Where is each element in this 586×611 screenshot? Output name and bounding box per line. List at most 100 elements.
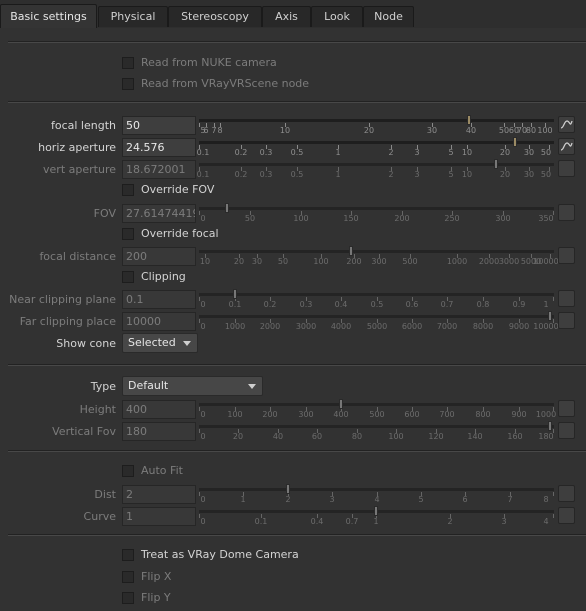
slider-tick-label: 2 [388,148,394,157]
slider-tick-label: 2 [388,170,394,179]
auto-fit-checkbox[interactable] [122,465,134,477]
slider-tick-label: 0.2 [234,148,248,157]
flip-x-label: Flip X [141,570,172,583]
slider-thumb[interactable] [467,115,471,125]
fov-field[interactable]: 27.61474419 [122,204,196,223]
vert-aperture-field[interactable]: 18.672001 [122,160,196,179]
fov-slider[interactable]: 0 50 100 150 200 250 300 350 [199,203,554,226]
tab-axis[interactable]: Axis [262,6,311,27]
flip-y-checkbox[interactable] [122,592,134,604]
slider-tick-label: 0.7 [345,517,359,526]
horiz-aperture-anim-button[interactable] [558,138,575,155]
fov-anim-button[interactable] [558,204,575,221]
flip-x-checkbox[interactable] [122,571,134,583]
slider-tick-label: 200 [394,214,410,223]
type-dropdown[interactable]: Default [122,376,263,396]
focal-length-field[interactable]: 50 [122,116,196,135]
slider-tick-label: 1 [543,300,549,309]
slider-thumb[interactable] [548,421,552,431]
dist-slider[interactable]: 0 1 2 3 4 5 6 7 8 [199,484,554,507]
near-clip-slider[interactable]: 0 0.1 0.2 0.3 0.4 0.5 0.6 0.7 0.8 0.9 1 [199,289,554,312]
vert-aperture-anim-button[interactable] [558,160,575,177]
dist-field[interactable]: 2 [122,485,196,504]
slider-thumb[interactable] [225,203,229,213]
far-clip-field[interactable]: 10000 [122,312,196,331]
horiz-aperture-field[interactable]: 24.576 [122,138,196,157]
slider-tick-label: 180 [538,432,554,441]
focal-distance-anim-button[interactable] [558,247,575,264]
show-cone-value: Selected [128,336,176,349]
divider [8,364,586,366]
near-clip-field[interactable]: 0.1 [122,290,196,309]
dome-camera-checkbox[interactable] [122,549,134,561]
slider-thumb[interactable] [233,289,237,299]
tab-look[interactable]: Look [311,6,363,27]
slider-tick-label: 5 [448,148,454,157]
tab-stereoscopy[interactable]: Stereoscopy [168,6,262,27]
slider-thumb[interactable] [286,484,290,494]
slider-tick-label: 2 [447,517,453,526]
type-label: Type [90,380,116,393]
slider-tick-label: 0.2 [263,300,277,309]
slider-thumb[interactable] [548,311,552,321]
clipping-checkbox[interactable] [122,271,134,283]
curve-field[interactable]: 1 [122,507,196,526]
slider-tick-label: 0.5 [370,300,384,309]
horiz-aperture-slider[interactable]: 0.1 0.2 0.3 0.5 1 2 3 5 10 20 30 50 [197,137,554,160]
slider-tick-label: 30 [251,257,263,266]
slider-thumb[interactable] [339,399,343,409]
read-nuke-checkbox[interactable] [122,57,134,69]
slider-tick-label: 6 [203,126,209,135]
slider-thumb[interactable] [494,159,498,169]
vertical-fov-anim-button[interactable] [558,422,575,439]
slider-tick-label: 20 [363,126,375,135]
slider-tick-label: 0.4 [310,517,324,526]
slider-tick-label: 0.6 [405,300,419,309]
height-slider[interactable]: 0 100 200 300 400 500 600 700 800 900 1000 [199,399,556,422]
slider-tick-label: 10 [461,148,473,157]
curve-anim-button[interactable] [558,507,575,524]
height-anim-button[interactable] [558,400,575,417]
slider-tick-label: 500 [369,410,385,419]
slider-thumb[interactable] [349,246,353,256]
far-clip-anim-button[interactable] [558,312,575,329]
slider-tick-label: 0.2 [234,170,248,179]
dome-camera-label: Treat as VRay Dome Camera [141,548,299,561]
vertical-fov-slider[interactable]: 0 20 40 60 80 100 120 140 160 180 [199,421,554,444]
vert-aperture-slider[interactable]: 0.1 0.2 0.3 0.5 1 2 3 5 10 20 30 50 [197,159,554,182]
read-vrscene-checkbox[interactable] [122,78,134,90]
slider-thumb[interactable] [374,506,378,516]
tab-node[interactable]: Node [363,6,414,27]
vertical-fov-field[interactable]: 180 [122,422,196,441]
slider-track [199,293,554,296]
height-field[interactable]: 400 [122,400,196,419]
slider-tick-label: 3 [414,170,420,179]
slider-tick-label: 6000 [401,322,423,331]
override-focal-checkbox[interactable] [122,228,134,240]
near-clip-anim-button[interactable] [558,290,575,307]
curve-slider[interactable]: 0 0.1 0.4 0.7 1 2 3 4 [199,506,554,529]
override-focal-label: Override focal [141,227,219,240]
focal-distance-slider[interactable]: 10 20 30 50 100 200 300 500 1000 2000 3000 5000 1000… [199,246,559,269]
focal-length-anim-button[interactable] [558,116,575,133]
slider-tick-label: 60 [311,432,323,441]
focal-length-slider[interactable]: 5 6 7 8 10 20 30 40 50 60 70 80 100 [199,115,554,138]
slider-thumb[interactable] [513,137,517,147]
slider-tick-label: 0 [200,495,206,504]
dist-anim-button[interactable] [558,485,575,502]
slider-tick-label: 400 [333,410,349,419]
slider-tick-label: 4000 [330,322,352,331]
slider-tick-label: 7000 [436,322,458,331]
far-clip-slider[interactable]: 0 1000 2000 3000 4000 5000 6000 7000 8000 9000 100… [199,311,559,334]
slider-tick-label: 200 [262,410,278,419]
focal-distance-field[interactable]: 200 [122,247,196,266]
slider-tick-label: 10 [199,257,211,266]
tab-basic-settings[interactable]: Basic settings [0,4,97,28]
far-clip-label: Far clipping place [19,315,116,328]
slider-tick-label: 80 [525,126,537,135]
show-cone-dropdown[interactable]: Selected [122,333,198,353]
tab-physical[interactable]: Physical [98,6,168,27]
slider-tick-label: 600 [404,410,420,419]
slider-tick-label: 0.5 [290,170,304,179]
override-fov-checkbox[interactable] [122,184,134,196]
